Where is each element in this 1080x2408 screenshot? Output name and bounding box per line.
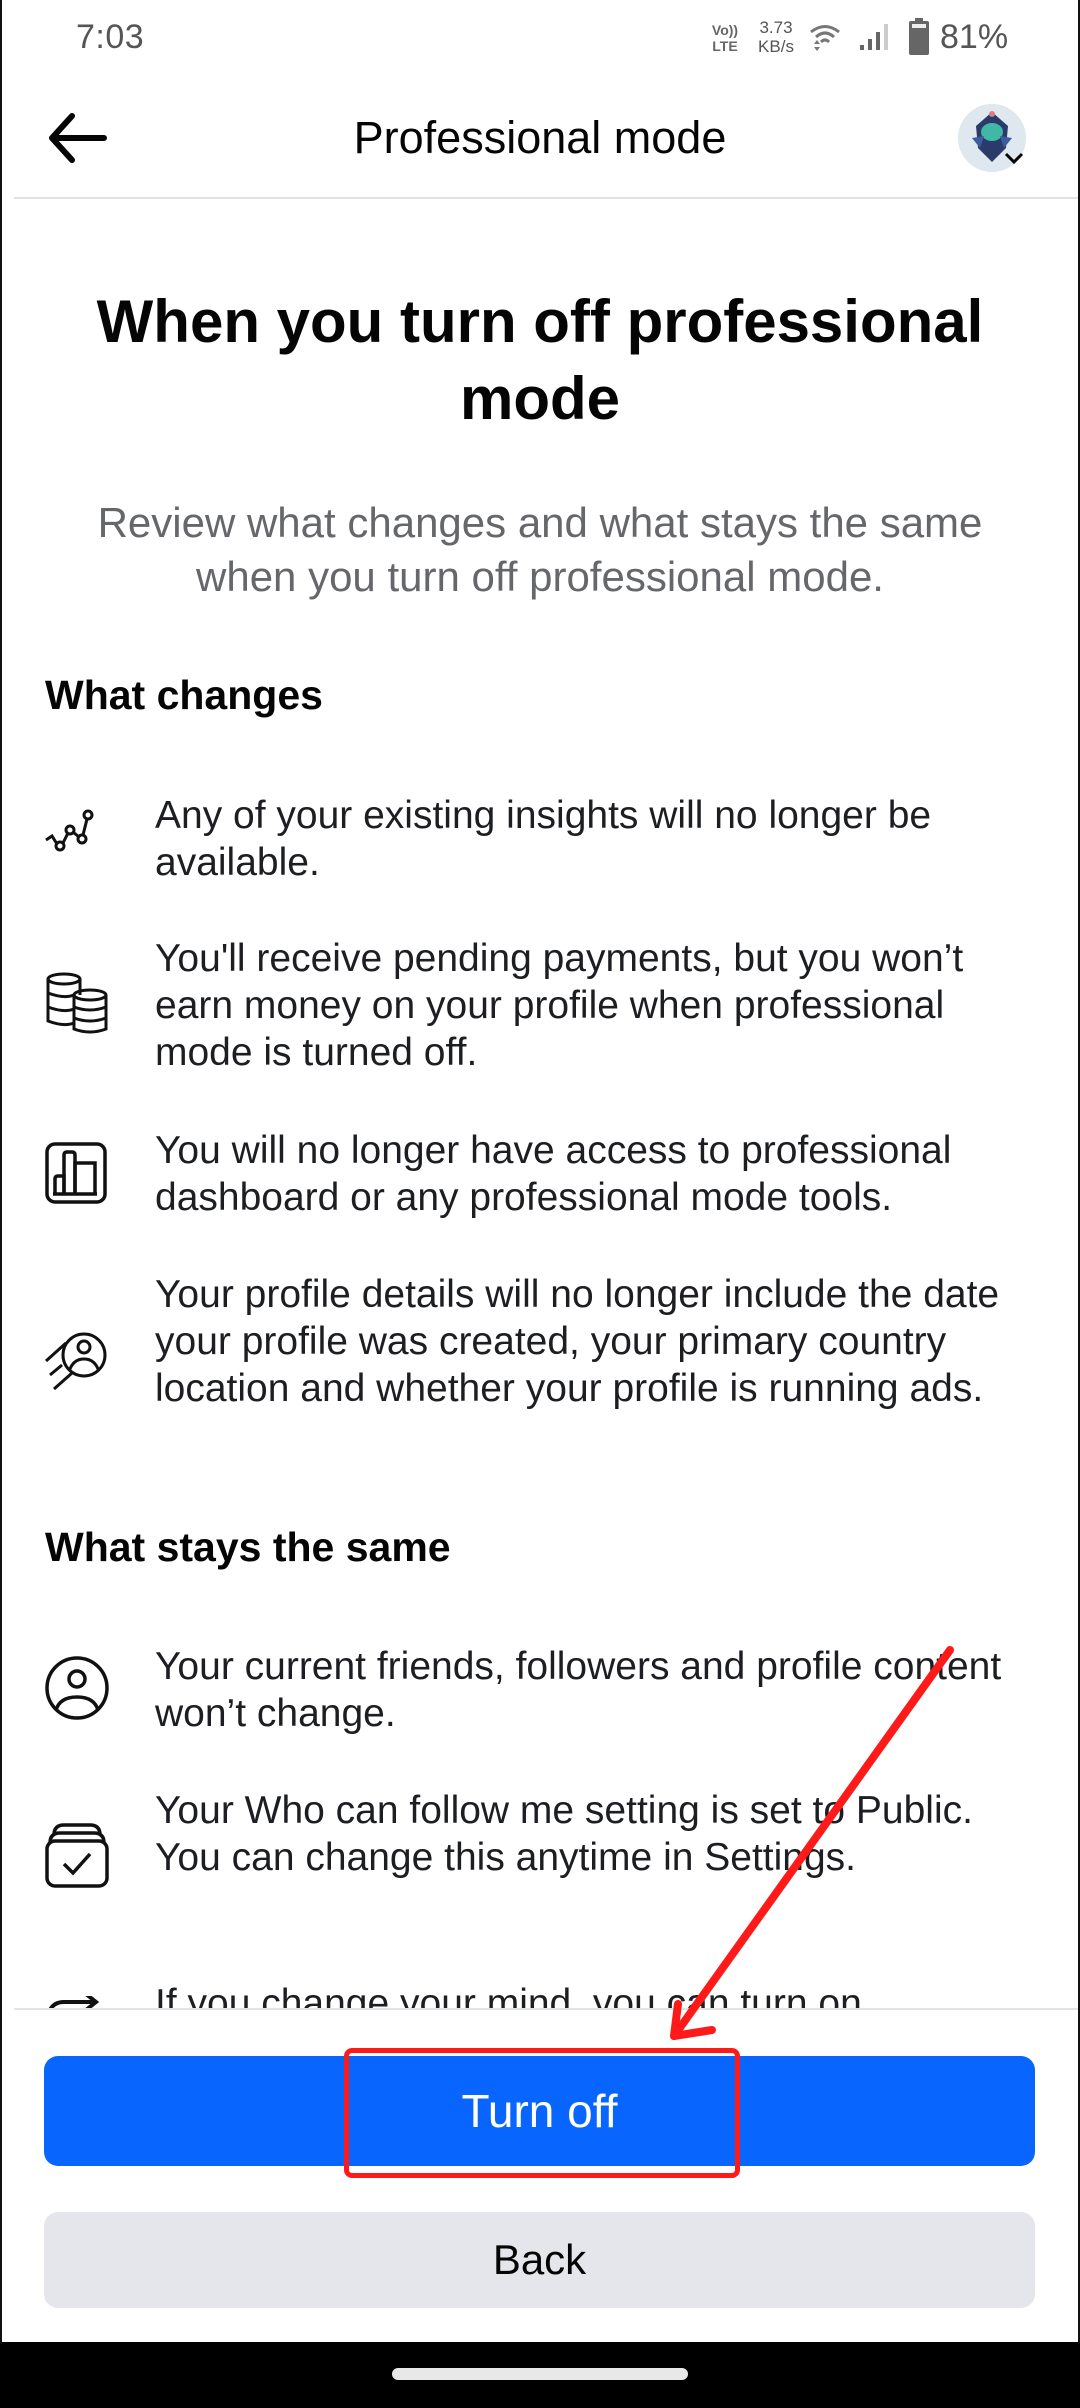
list-item-text: You will no longer have access to profes… — [155, 1129, 952, 1219]
stacked-checkbox-icon — [45, 1823, 109, 1888]
cellular-signal-icon — [860, 24, 888, 50]
footer-divider — [14, 2008, 1078, 2010]
profile-boost-icon — [44, 1332, 107, 1391]
header-divider — [14, 197, 1078, 199]
lte-label: LTE — [712, 38, 738, 54]
network-speed-unit: KB/s — [758, 37, 794, 56]
turn-off-button[interactable]: Turn off — [44, 2056, 1035, 2166]
list-item-text: Your Who can follow me setting is set to… — [155, 1789, 973, 1879]
app-header: Professional mode — [0, 80, 1080, 198]
page-title: Professional mode — [353, 112, 727, 163]
dialog-subtitle: Review what changes and what stays the s… — [97, 499, 983, 600]
dialog-heading: When you turn off professional mode — [96, 288, 984, 432]
status-bar: 7:03 Vo)) LTE 3.73 KB/s 81% — [0, 0, 1080, 80]
person-circle-icon — [45, 1656, 109, 1720]
screen-frame-left — [0, 0, 2, 2342]
list-item-text: Your current friends, followers and prof… — [155, 1645, 1002, 1735]
network-speed-value: 3.73 — [759, 18, 793, 37]
volte-label: Vo)) — [711, 22, 739, 38]
coins-stack-icon — [46, 972, 108, 1034]
status-time: 7:03 — [76, 18, 145, 56]
section-heading-what-stays: What stays the same — [45, 1524, 451, 1570]
battery-icon — [909, 18, 929, 55]
chevron-down-icon[interactable] — [1002, 146, 1026, 170]
volte-icon: Vo)) LTE — [708, 22, 742, 54]
home-gesture-handle[interactable] — [392, 2368, 688, 2380]
system-navigation-bar — [0, 2342, 1080, 2408]
list-item-text: Your profile details will no longer incl… — [155, 1273, 1000, 1410]
wifi-icon — [810, 25, 840, 51]
insights-line-chart-icon — [45, 809, 94, 852]
dashboard-bar-chart-icon — [45, 1142, 107, 1204]
section-heading-what-changes: What changes — [45, 672, 323, 718]
battery-percent: 81% — [940, 18, 1009, 56]
network-speed: 3.73 KB/s — [754, 18, 798, 56]
back-button[interactable]: Back — [44, 2212, 1035, 2308]
list-item-text: You'll receive pending payments, but you… — [155, 937, 964, 1074]
list-item-text: Any of your existing insights will no lo… — [155, 794, 932, 884]
